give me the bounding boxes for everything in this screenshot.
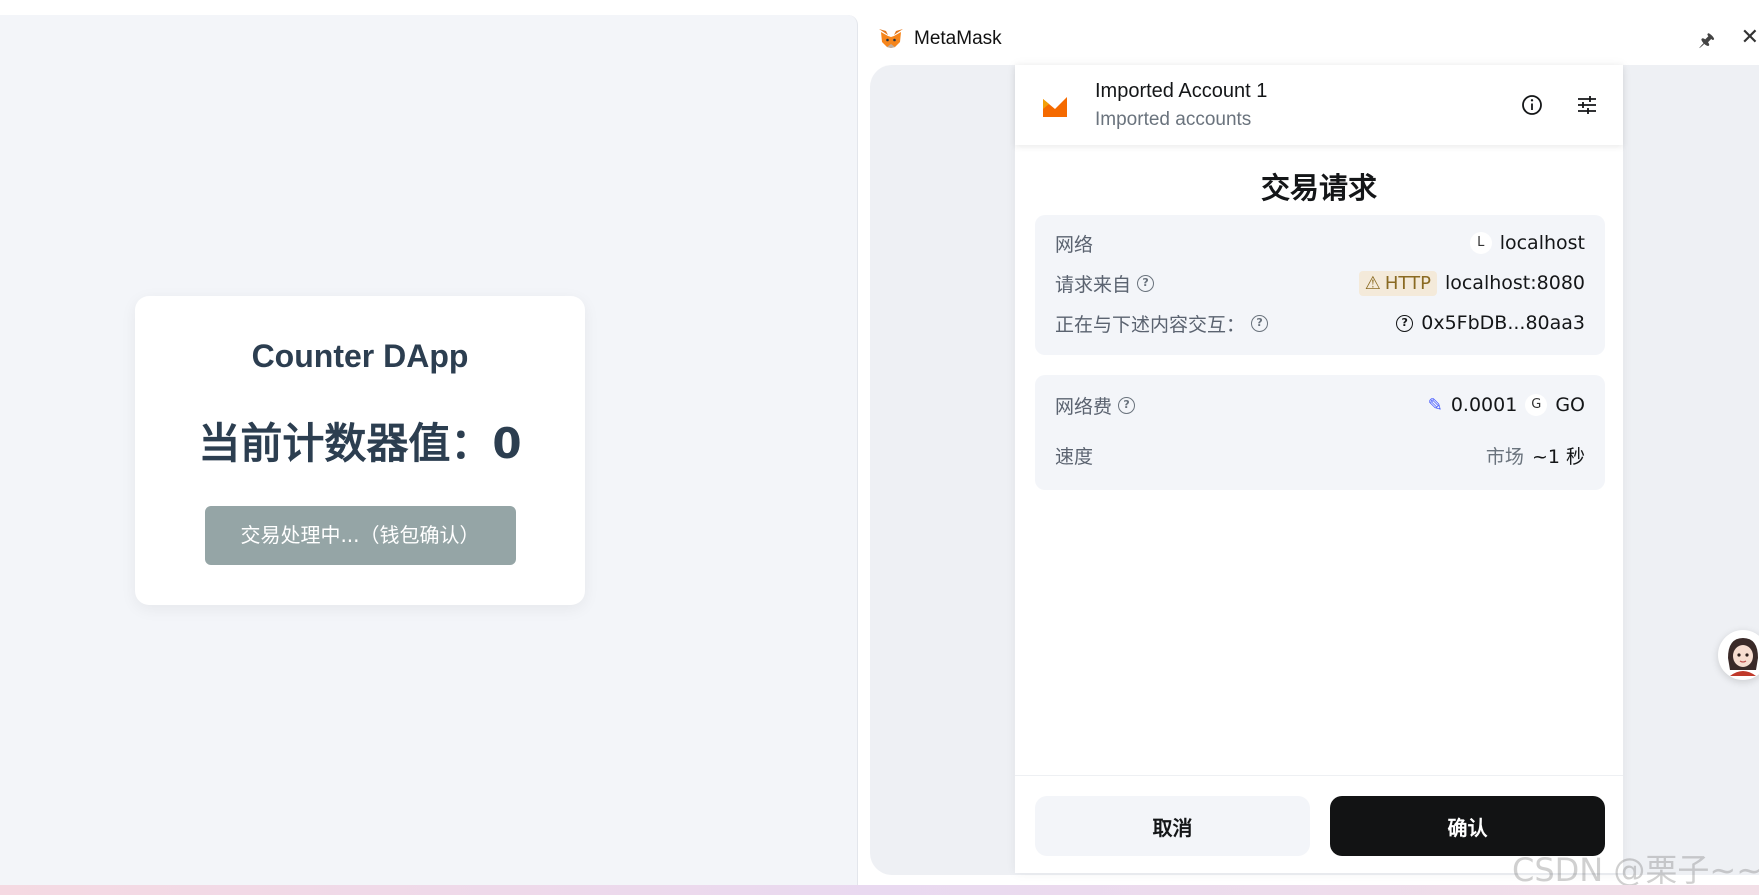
speed-value: ~1 秒 bbox=[1531, 445, 1585, 468]
fee-value: 0.0001 bbox=[1450, 394, 1518, 416]
interact-label: 正在与下述内容交互： bbox=[1055, 313, 1246, 336]
question-icon[interactable]: ? bbox=[1137, 274, 1155, 292]
pin-icon[interactable]: 🖈 bbox=[1698, 28, 1715, 58]
account-avatar[interactable] bbox=[1035, 85, 1075, 125]
settings-sliders-icon[interactable] bbox=[1573, 91, 1601, 119]
request-title: 交易请求 bbox=[1260, 171, 1377, 205]
fee-box: 网络费 ? ✎ 0.0001 G GO 速度 市场 ~1 秒 bbox=[1035, 375, 1605, 490]
question-icon[interactable]: ? bbox=[1251, 314, 1269, 332]
speed-row: 速度 市场 ~1 秒 bbox=[1055, 439, 1585, 471]
network-row: 网络 L localhost bbox=[1055, 227, 1585, 259]
account-name[interactable]: Imported Account 1 bbox=[1095, 80, 1267, 103]
contract-address[interactable]: 0x5FbDB...80aa3 bbox=[1421, 312, 1585, 334]
speed-mode: 市场 bbox=[1485, 445, 1524, 468]
http-badge-label: HTTP bbox=[1384, 272, 1431, 294]
speed-label: 速度 bbox=[1055, 445, 1094, 468]
close-icon[interactable]: ✕ bbox=[1741, 24, 1759, 50]
fee-row: 网络费 ? ✎ 0.0001 G GO bbox=[1055, 389, 1585, 421]
origin-value: localhost:8080 bbox=[1444, 272, 1585, 294]
window-title: MetaMask bbox=[914, 28, 1002, 49]
network-value: localhost bbox=[1499, 232, 1585, 254]
dapp-card: Counter DApp 当前计数器值：0 交易处理中...（钱包确认） bbox=[135, 296, 585, 605]
taskbar bbox=[0, 885, 1759, 895]
dapp-page: Counter DApp 当前计数器值：0 交易处理中...（钱包确认） bbox=[0, 15, 858, 885]
dapp-title: Counter DApp bbox=[251, 338, 469, 374]
cancel-button[interactable]: 取消 bbox=[1035, 796, 1310, 856]
counter-value: 当前计数器值：0 bbox=[198, 419, 522, 468]
network-badge: L bbox=[1469, 232, 1492, 254]
metamask-fox-icon bbox=[879, 29, 903, 48]
interact-row: 正在与下述内容交互： ? ? 0x5FbDB...80aa3 bbox=[1055, 307, 1585, 339]
contract-question-icon: ? bbox=[1396, 314, 1414, 332]
question-icon[interactable]: ? bbox=[1118, 396, 1136, 414]
request-details-box: 网络 L localhost 请求来自 ? ⚠ HTTP localhost:8… bbox=[1035, 215, 1605, 355]
metamask-window-header: MetaMask 🖈 ✕ bbox=[870, 18, 1759, 60]
network-label: 网络 bbox=[1055, 233, 1094, 256]
fee-token: GO bbox=[1555, 394, 1585, 416]
warning-icon: ⚠ bbox=[1364, 272, 1381, 294]
info-icon[interactable] bbox=[1518, 91, 1546, 119]
origin-row: 请求来自 ? ⚠ HTTP localhost:8080 bbox=[1055, 267, 1585, 299]
account-subtitle: Imported accounts bbox=[1095, 109, 1252, 130]
fee-label: 网络费 bbox=[1055, 395, 1113, 418]
edit-pencil-icon[interactable]: ✎ bbox=[1428, 395, 1443, 416]
http-warning-badge: ⚠ HTTP bbox=[1358, 270, 1437, 296]
token-badge: G bbox=[1525, 394, 1548, 416]
increment-button[interactable]: 交易处理中...（钱包确认） bbox=[204, 506, 516, 565]
origin-label: 请求来自 bbox=[1055, 273, 1132, 296]
metamask-popup: Imported Account 1 Imported accounts 交易请… bbox=[1015, 65, 1623, 873]
account-header: Imported Account 1 Imported accounts bbox=[1015, 65, 1623, 145]
